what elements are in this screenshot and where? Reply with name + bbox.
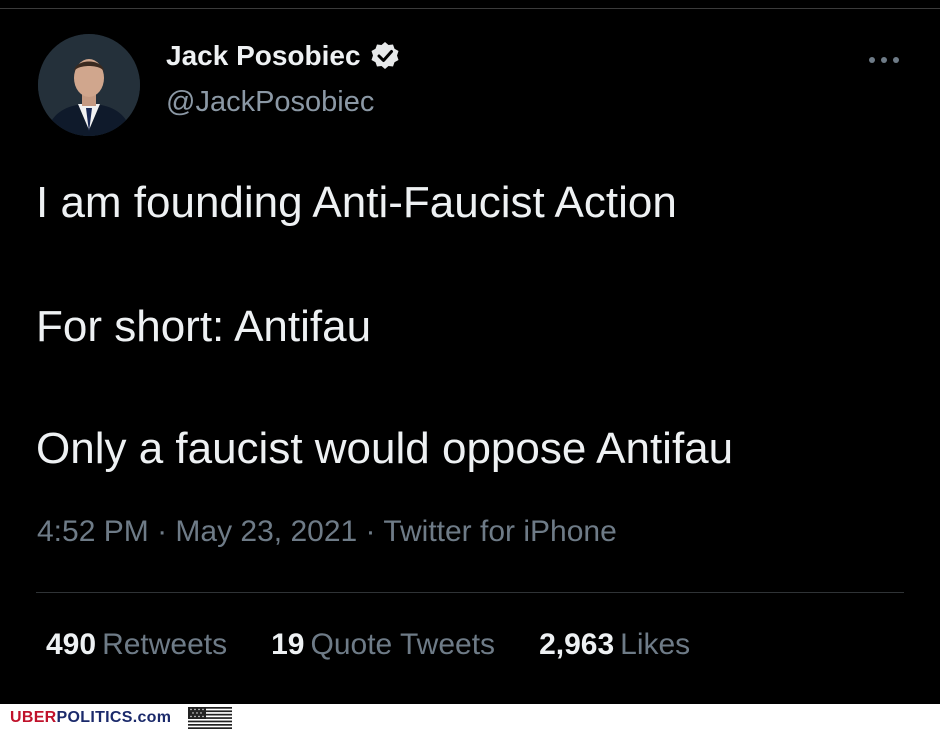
divider bbox=[36, 592, 904, 593]
tweet-text-line-3: Only a faucist would oppose Antifau bbox=[36, 424, 734, 473]
author-handle[interactable]: @JackPosobiec bbox=[166, 86, 374, 119]
stat-retweets[interactable]: 490 Retweets bbox=[46, 628, 227, 662]
avatar[interactable] bbox=[38, 34, 140, 136]
watermark-logo: UBERPOLITICS.com bbox=[10, 709, 171, 727]
watermark-part-1: UBER bbox=[10, 709, 57, 726]
stat-label: Retweets bbox=[102, 628, 228, 661]
author-row: Jack Posobiec bbox=[166, 40, 401, 72]
tweet-date[interactable]: May 23, 2021 bbox=[175, 515, 357, 548]
tweet-text-line-2: For short: Antifau bbox=[36, 302, 372, 351]
author-name[interactable]: Jack Posobiec bbox=[166, 40, 361, 72]
engagement-stats: 490 Retweets 19 Quote Tweets 2,963 Likes bbox=[46, 628, 734, 662]
verified-badge-icon bbox=[371, 42, 399, 69]
watermark-bar: UBERPOLITICS.com bbox=[0, 704, 940, 731]
stat-likes[interactable]: 2,963 Likes bbox=[539, 628, 690, 662]
tweet-text-line-1: I am founding Anti-Faucist Action bbox=[36, 178, 677, 227]
meta-separator: · bbox=[357, 515, 384, 548]
tweet-time[interactable]: 4:52 PM bbox=[37, 515, 149, 548]
avatar-photo bbox=[38, 34, 140, 136]
stat-quote-tweets[interactable]: 19 Quote Tweets bbox=[271, 628, 495, 662]
top-border bbox=[0, 8, 940, 9]
stat-count: 2,963 bbox=[539, 628, 615, 661]
stat-label: Likes bbox=[620, 628, 691, 661]
us-flag-icon bbox=[188, 707, 232, 729]
more-horizontal-icon[interactable] bbox=[866, 50, 902, 70]
tweet-source[interactable]: Twitter for iPhone bbox=[383, 515, 616, 548]
watermark-part-2: POLITICS.com bbox=[56, 709, 172, 726]
stat-count: 19 bbox=[271, 628, 305, 661]
stat-label: Quote Tweets bbox=[310, 628, 496, 661]
stat-count: 490 bbox=[46, 628, 97, 661]
meta-separator: · bbox=[148, 515, 176, 548]
tweet-meta: 4:52 PM · May 23, 2021 · Twitter for iPh… bbox=[37, 515, 617, 549]
